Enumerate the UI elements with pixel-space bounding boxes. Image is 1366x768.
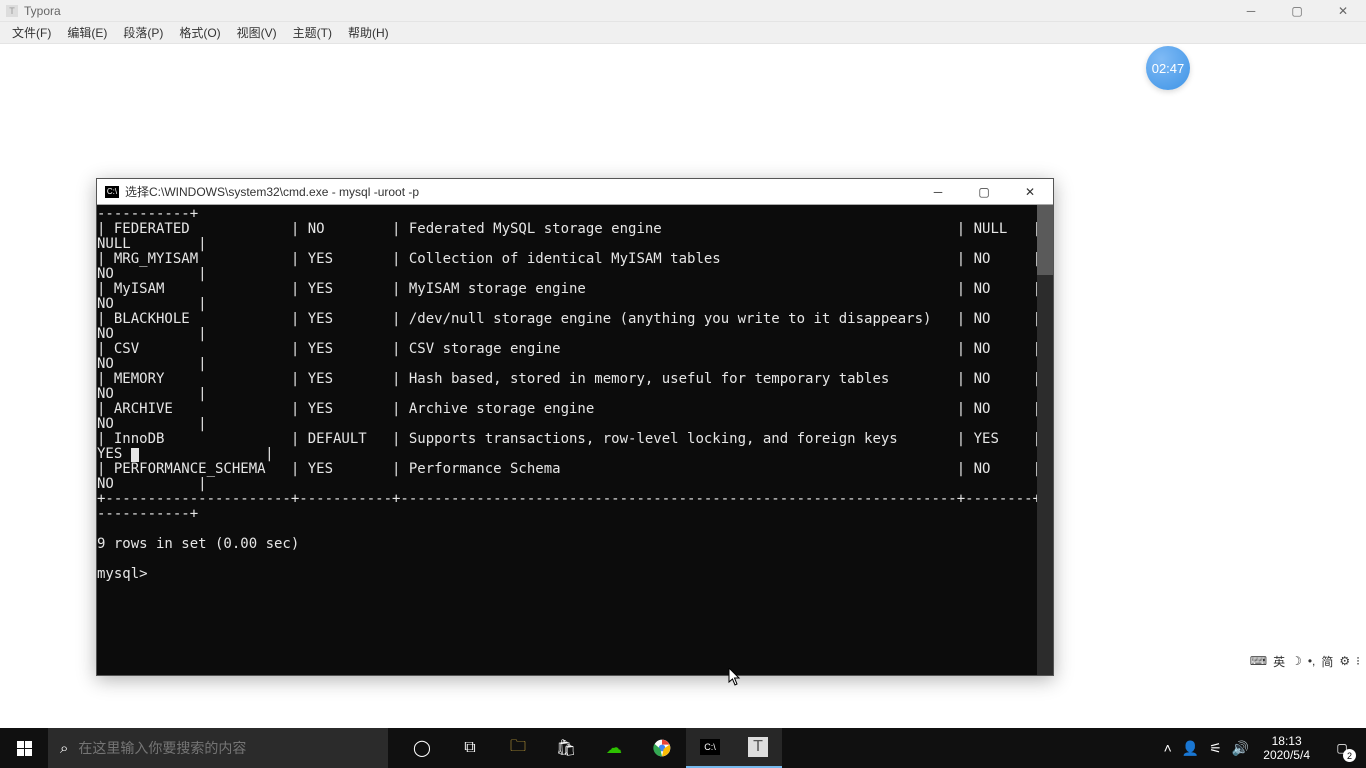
cmd-titlebar[interactable]: C:\ 选择C:\WINDOWS\system32\cmd.exe - mysq… [97,179,1053,205]
typora-menubar: 文件(F) 编辑(E) 段落(P) 格式(O) 视图(V) 主题(T) 帮助(H… [0,22,1366,44]
cmd-title: 选择C:\WINDOWS\system32\cmd.exe - mysql -u… [125,183,419,200]
tray-time: 18:13 [1263,734,1310,748]
menu-help[interactable]: 帮助(H) [340,22,397,43]
tray-datetime[interactable]: 18:13 2020/5/4 [1259,734,1314,762]
app-title: Typora [24,4,61,18]
store-icon: 🛍 [555,737,577,759]
window-close-button[interactable]: ✕ [1320,0,1366,22]
cmd-minimize-button[interactable]: ─ [915,179,961,205]
cmd-scrollbar-thumb[interactable] [1037,205,1053,275]
task-view-button[interactable]: ⧉ [446,728,494,768]
taskbar-search-input[interactable] [78,740,376,756]
cmd-maximize-button[interactable]: ▢ [961,179,1007,205]
menu-paragraph[interactable]: 段落(P) [115,22,171,43]
action-center-button[interactable]: ▢ 2 [1324,728,1360,768]
window-maximize-button[interactable]: ▢ [1274,0,1320,22]
tray-date: 2020/5/4 [1263,748,1310,762]
menu-view[interactable]: 视图(V) [229,22,285,43]
ime-lang-toggle[interactable]: 英 [1273,653,1285,670]
chrome-icon [651,737,673,759]
floating-clock-widget[interactable]: 02:47 [1146,46,1190,90]
typora-titlebar: T Typora ─ ▢ ✕ [0,0,1366,22]
menu-file[interactable]: 文件(F) [4,22,59,43]
tray-expand-icon[interactable]: ˄ [1164,740,1172,756]
ime-punct-toggle[interactable]: •, [1308,654,1316,668]
cortana-icon: ◯ [411,737,433,759]
tray-wifi-icon[interactable]: ⚟ [1209,740,1222,757]
task-view-icon: ⧉ [459,737,481,759]
terminal-icon: C:\ [700,739,720,755]
window-minimize-button[interactable]: ─ [1228,0,1274,22]
wechat-icon: ☁ [603,737,625,759]
taskbar-search[interactable]: ⌕ [48,728,388,768]
cmd-taskbar-button[interactable]: C:\ [686,728,734,768]
cmd-icon: C:\ [105,186,119,198]
menu-format[interactable]: 格式(O) [171,22,228,43]
ime-more-icon[interactable]: ⁝ [1356,654,1360,668]
start-button[interactable] [0,728,48,768]
typora-logo-icon: T [6,5,18,17]
ime-simp-trad-toggle[interactable]: 简 [1321,653,1333,670]
tray-volume-icon[interactable]: 🔊 [1232,740,1249,757]
search-icon: ⌕ [60,740,68,757]
windows-logo-icon [17,741,32,756]
cmd-scrollbar[interactable] [1037,205,1053,675]
ime-settings-icon[interactable]: ⚙ [1339,654,1350,668]
cmd-window: C:\ 选择C:\WINDOWS\system32\cmd.exe - mysq… [96,178,1054,676]
clock-text: 02:47 [1152,61,1185,76]
ime-moon-icon[interactable]: ☽ [1291,654,1302,668]
typora-taskbar-button[interactable]: T [734,728,782,768]
microsoft-store-button[interactable]: 🛍 [542,728,590,768]
ime-keyboard-icon[interactable]: ⌨ [1250,654,1267,668]
menu-edit[interactable]: 编辑(E) [59,22,115,43]
menu-theme[interactable]: 主题(T) [285,22,340,43]
folder-icon: 🗀 [507,737,529,759]
cmd-terminal-output[interactable]: -----------+ | FEDERATED | NO | Federate… [97,205,1037,675]
cortana-button[interactable]: ◯ [398,728,446,768]
tray-people-icon[interactable]: 👤 [1182,740,1199,757]
typora-icon: T [748,737,768,757]
file-explorer-button[interactable]: 🗀 [494,728,542,768]
cmd-close-button[interactable]: ✕ [1007,179,1053,205]
ime-toolbar[interactable]: ⌨ 英 ☽ •, 简 ⚙ ⁝ [1244,650,1366,672]
wechat-button[interactable]: ☁ [590,728,638,768]
windows-taskbar: ⌕ ◯ ⧉ 🗀 🛍 ☁ C:\ T ˄ 👤 ⚟ 🔊 18:13 2020/5/4… [0,728,1366,768]
notification-badge: 2 [1343,749,1356,762]
chrome-button[interactable] [638,728,686,768]
